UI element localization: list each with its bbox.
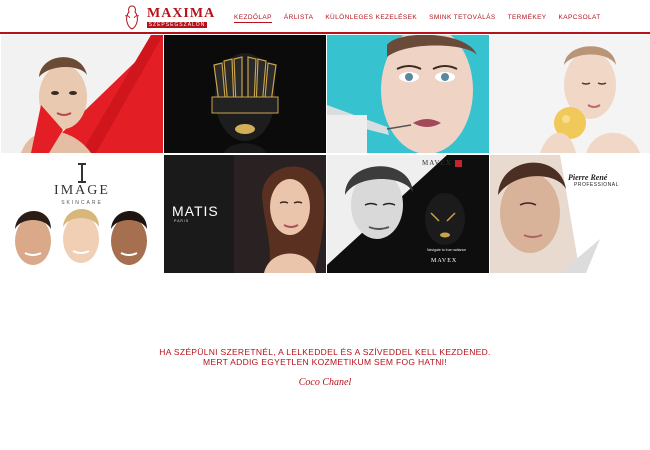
gallery-tile-gold-hands[interactable] bbox=[164, 35, 326, 153]
quote-line-1: HA SZÉPÜLNI SZERETNÉL, A LELKEDDEL ÉS A … bbox=[159, 347, 491, 357]
pierre-rene-brand-name: Pierre René bbox=[568, 173, 608, 182]
mavex-brand-name: MAVEX bbox=[422, 159, 452, 167]
site-header: MAXIMA SZÉPSÉGSZALON KEZDŐLAP ÁRLISTA KÜ… bbox=[0, 0, 650, 34]
woman-silhouette-icon bbox=[124, 5, 140, 30]
mavex-brand-name-bottom: MAVEX bbox=[431, 258, 458, 264]
mavex-tagline: Navigate to true radiance bbox=[427, 248, 467, 252]
mavex-badge-icon bbox=[455, 160, 462, 167]
nav-item-kulonleges-kezelesek[interactable]: KÜLÖNLEGES KEZELÉSEK bbox=[325, 14, 417, 23]
gallery-tile-matis[interactable]: MATIS PARIS bbox=[164, 155, 326, 273]
quote-line-2: MERT ADDIG EGYETLEN KOZMETIKUM SEM FOG H… bbox=[203, 357, 447, 367]
apple-portrait-image bbox=[490, 35, 650, 153]
nav-item-kapcsolat[interactable]: KAPCSOLAT bbox=[559, 14, 601, 23]
nav-item-arlista[interactable]: ÁRLISTA bbox=[284, 14, 313, 23]
nav-item-kezdolap[interactable]: KEZDŐLAP bbox=[234, 14, 272, 23]
quote-author: Coco Chanel bbox=[298, 377, 352, 388]
gallery-tile-pierre-rene[interactable]: Pierre René PROFESSIONAL bbox=[490, 155, 650, 273]
gallery-tile-pmu[interactable] bbox=[327, 35, 489, 153]
image-brand-sub: SKINCARE bbox=[61, 200, 103, 206]
brand-subtitle: SZÉPSÉGSZALON bbox=[147, 22, 207, 28]
image-gallery: IMAGE SKINCARE MATIS PARIS MAVEX Navigat… bbox=[0, 35, 650, 274]
portrait-image bbox=[1, 35, 163, 153]
nav-item-smink-tetovalas[interactable]: SMINK TETOVÁLÁS bbox=[429, 14, 495, 23]
nav-item-termekey[interactable]: TERMÉKEY bbox=[508, 14, 547, 23]
image-brand-name: IMAGE bbox=[54, 183, 110, 198]
gold-hands-image bbox=[164, 35, 326, 153]
pierre-rene-brand-sub: PROFESSIONAL bbox=[574, 182, 619, 188]
gallery-tile-image-skincare[interactable]: IMAGE SKINCARE bbox=[1, 155, 163, 273]
gallery-tile-apple[interactable] bbox=[490, 35, 650, 153]
main-nav: KEZDŐLAP ÁRLISTA KÜLÖNLEGES KEZELÉSEK SM… bbox=[234, 14, 601, 23]
gallery-tile-red-portrait[interactable] bbox=[1, 35, 163, 153]
image-brand-mark bbox=[78, 163, 86, 183]
quote-block: HA SZÉPÜLNI SZERETNÉL, A LELKEDDEL ÉS A … bbox=[0, 347, 650, 367]
brand-name: MAXIMA bbox=[147, 6, 216, 21]
matis-brand-sub: PARIS bbox=[174, 219, 190, 223]
mavex-portrait-image bbox=[327, 155, 489, 273]
brand-logo[interactable]: MAXIMA SZÉPSÉGSZALON bbox=[121, 4, 214, 30]
matis-brand-name: MATIS bbox=[172, 203, 219, 219]
gallery-tile-mavex[interactable]: MAVEX Navigate to true radiance MAVEX bbox=[327, 155, 489, 273]
permanent-makeup-image bbox=[327, 35, 489, 153]
